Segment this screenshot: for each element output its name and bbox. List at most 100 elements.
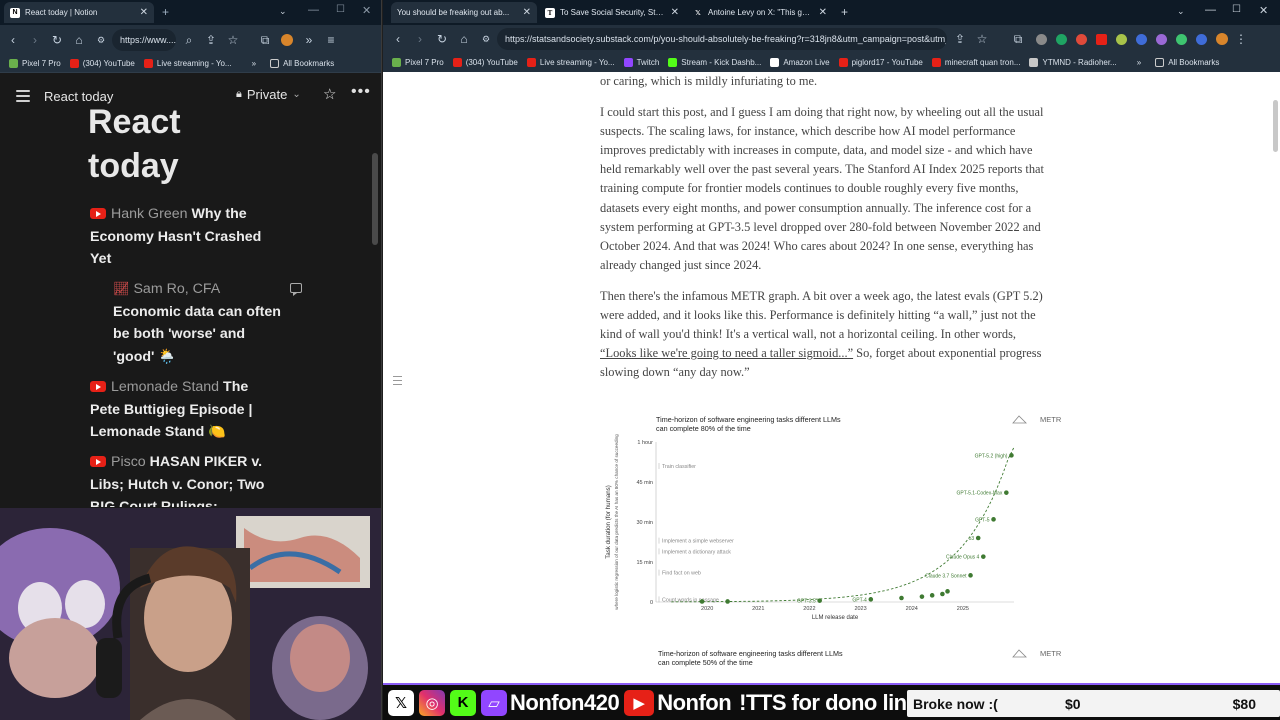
hamburger-icon[interactable] <box>16 90 30 102</box>
home-icon[interactable]: ⌂ <box>455 30 473 48</box>
goal-current: $0 <box>1065 695 1081 712</box>
bookmark-label: Pixel 7 Pro <box>22 59 61 68</box>
home-icon[interactable]: ⌂ <box>70 31 88 49</box>
social-handle: Nonfon420 <box>510 689 620 715</box>
tab-substack[interactable]: You should be freaking out ab... ✕ <box>391 2 537 23</box>
list-item[interactable]: Hank Green Why the Economy Hasn't Crashe… <box>90 203 280 271</box>
grammarly-icon[interactable] <box>1056 33 1067 45</box>
right-address-bar[interactable]: https://statsandsociety.substack.com/p/y… <box>497 28 947 50</box>
tab-notion[interactable]: N React today | Notion ✕ <box>4 2 154 23</box>
more-extensions-icon[interactable]: » <box>300 31 318 49</box>
bookmark-icon[interactable]: ☆ <box>224 31 242 49</box>
site-info-icon[interactable]: ⚙ <box>92 31 110 49</box>
new-tab-icon[interactable]: + <box>162 5 169 19</box>
youtube-icon <box>90 381 106 392</box>
menu-icon[interactable]: ⋮ <box>1232 30 1250 48</box>
page-scrollbar[interactable] <box>1273 100 1278 152</box>
reload-icon[interactable]: ↻ <box>48 31 66 49</box>
list-item[interactable]: Pisco HASAN PIKER v. Libs; Hutch v. Cono… <box>90 451 280 507</box>
back-icon[interactable]: ‹ <box>389 30 407 48</box>
tab-twitter[interactable]: 𝕏 Antoine Levy on X: "This graph... ✕ <box>687 2 833 23</box>
site-info-icon[interactable]: ⚙ <box>477 30 495 48</box>
extension-icon[interactable]: ⧉ <box>1009 30 1027 48</box>
extension-icon[interactable] <box>1036 33 1047 45</box>
new-tab-icon[interactable]: + <box>841 5 848 19</box>
y-tick-label: 1 hour <box>637 440 653 446</box>
more-options-icon[interactable]: ••• <box>351 83 371 101</box>
forward-icon[interactable]: › <box>26 31 44 49</box>
back-icon[interactable]: ‹ <box>4 31 22 49</box>
bookmark-item[interactable]: piglord17 - YouTube <box>838 58 923 67</box>
tab-social-security[interactable]: T To Save Social Security, Stop S... ✕ <box>539 2 685 23</box>
extension-icon[interactable] <box>1156 33 1167 45</box>
list-item[interactable]: Lemonade Stand The Pete Buttigieg Episod… <box>90 376 280 444</box>
bookmark-item[interactable]: (304) YouTube <box>69 59 135 68</box>
drag-handle-icon[interactable] <box>393 376 402 388</box>
close-icon[interactable]: ✕ <box>819 7 827 18</box>
bookmark-item[interactable]: Pixel 7 Pro <box>392 58 444 67</box>
goal-target: $80 <box>1232 695 1256 712</box>
point-label: GPT-5 <box>975 517 990 523</box>
instagram-icon: ◎ <box>419 689 445 716</box>
chevron-down-icon: ⌄ <box>292 89 301 100</box>
bookmark-item[interactable]: (304) YouTube <box>452 58 518 67</box>
more-bookmarks-icon[interactable]: » <box>1137 58 1141 67</box>
url-text: https://www.... <box>120 35 176 45</box>
left-address-bar[interactable]: https://www.... <box>112 29 176 51</box>
comment-icon[interactable] <box>290 283 302 296</box>
x-logo-icon: 𝕏 <box>388 689 414 716</box>
favorite-star-icon[interactable]: ☆ <box>323 85 336 103</box>
x-tick-label: 2021 <box>752 606 764 612</box>
sigmoid-link[interactable]: “Looks like we're going to need a taller… <box>600 346 853 360</box>
more-bookmarks-icon[interactable]: » <box>252 59 256 68</box>
close-icon[interactable]: ✕ <box>140 7 148 18</box>
paragraph: Then there's the infamous METR graph. A … <box>600 287 1055 382</box>
bookmark-item[interactable]: Stream - Kick Dashb... <box>668 58 761 67</box>
forward-icon[interactable]: › <box>411 30 429 48</box>
point-label: o3 <box>969 536 975 542</box>
bookmark-item[interactable]: Twitch <box>623 58 659 67</box>
maximize-icon[interactable]: ☐ <box>1232 4 1241 15</box>
bookmark-item[interactable]: Pixel 7 Pro <box>9 59 61 68</box>
all-bookmarks[interactable]: All Bookmarks <box>270 59 334 68</box>
y-tick-label: 15 min <box>636 560 653 566</box>
tab-search-icon[interactable]: ⌄ <box>279 6 287 17</box>
menu-icon[interactable]: ≡ <box>322 31 340 49</box>
profile-icon[interactable] <box>278 31 296 49</box>
tab-search-icon[interactable]: ⌄ <box>1177 6 1185 17</box>
maximize-icon[interactable]: ☐ <box>336 4 345 15</box>
youtube-icon <box>90 208 106 219</box>
task-label: Train classifier <box>662 464 696 470</box>
list-item[interactable]: 📈︎ Sam Ro, CFA Economic data can often b… <box>113 278 285 368</box>
extension-icon[interactable]: ⧉ <box>256 31 274 49</box>
extension-icon[interactable] <box>1196 33 1207 45</box>
extension-icon[interactable] <box>1076 33 1087 45</box>
extension-icon[interactable] <box>1136 33 1147 45</box>
reload-icon[interactable]: ↻ <box>433 30 451 48</box>
bookmark-item[interactable]: Amazon Live <box>770 58 830 67</box>
minimize-icon[interactable]: — <box>308 4 319 16</box>
bookmark-icon[interactable]: ☆ <box>973 30 991 48</box>
window-close-icon[interactable]: ✕ <box>1259 4 1268 17</box>
search-icon[interactable]: ⌕ <box>180 31 198 49</box>
window-close-icon[interactable]: ✕ <box>362 4 371 17</box>
close-icon[interactable]: ✕ <box>671 7 679 18</box>
minimize-icon[interactable]: — <box>1205 4 1216 16</box>
point-label: Claude 3.7 Sonnet <box>925 573 967 579</box>
share-icon[interactable]: ⇪ <box>951 30 969 48</box>
notion-scrollbar[interactable] <box>372 153 378 245</box>
close-icon[interactable]: ✕ <box>523 7 531 18</box>
bookmark-item[interactable]: minecraft quan tron... <box>931 58 1020 67</box>
profile-icon[interactable] <box>1216 33 1228 45</box>
point-label: GPT-5.1-Codex-Max <box>956 491 1002 497</box>
page-title-line: React <box>88 103 181 141</box>
bookmark-item[interactable]: Live streaming - Yo... <box>526 58 615 67</box>
bookmark-item[interactable]: Live streaming - Yo... <box>143 59 232 68</box>
all-bookmarks[interactable]: All Bookmarks <box>1155 58 1219 67</box>
extension-icon[interactable] <box>1116 33 1127 45</box>
youtube-ext-icon[interactable] <box>1096 33 1107 45</box>
share-icon[interactable]: ⇪ <box>202 31 220 49</box>
bookmark-item[interactable]: YTMND - Radioher... <box>1029 58 1117 67</box>
channel-name: Lemonade Stand <box>111 379 220 395</box>
extension-icon[interactable] <box>1176 33 1187 45</box>
